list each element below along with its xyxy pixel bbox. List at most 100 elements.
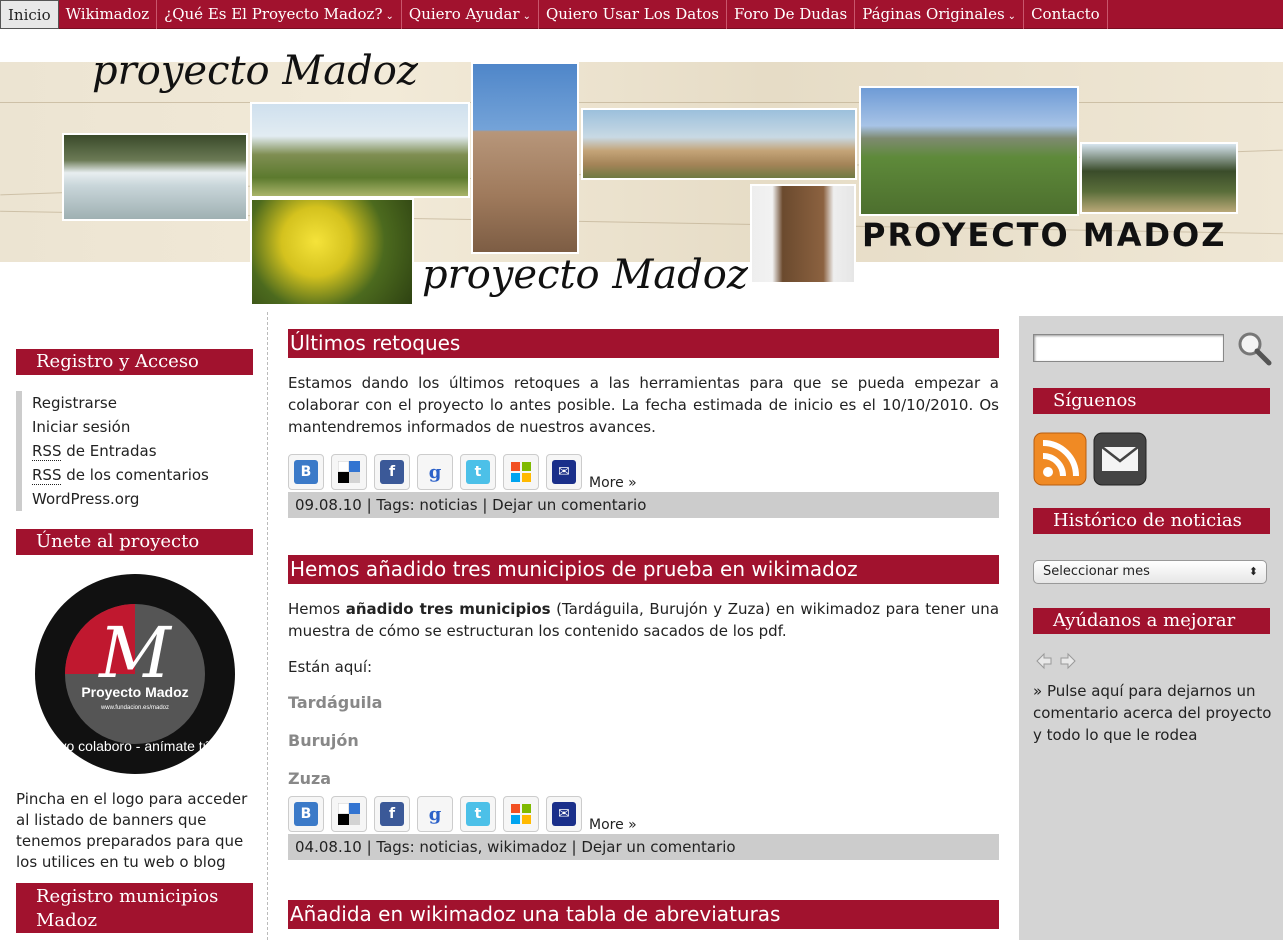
- widget-title-registro-municipios: Registro municipios Madoz: [16, 883, 253, 933]
- follow-icons: [1033, 432, 1283, 486]
- nav-item-quiero-ayudar[interactable]: Quiero Ayudar ⌄: [402, 0, 539, 29]
- search-form: [1033, 330, 1283, 366]
- link-rss-comentarios[interactable]: RSS de los comentarios: [16, 463, 267, 487]
- widget-title-ayudanos: Ayúdanos a mejorar: [1033, 608, 1270, 634]
- nav-label: Wikimadoz: [65, 5, 150, 23]
- post-body: Estamos dando los últimos retoques a las…: [288, 372, 999, 438]
- photo-doorway: [750, 184, 856, 284]
- nav-label: Contacto: [1031, 5, 1100, 23]
- municipio-link-zuza[interactable]: Zuza: [288, 768, 999, 790]
- share-facebook-button[interactable]: f: [374, 454, 410, 490]
- photo-toledo: [581, 108, 857, 180]
- share-delicious-button[interactable]: [331, 454, 367, 490]
- nav-item-quiero-usar-datos[interactable]: Quiero Usar Los Datos: [539, 0, 727, 29]
- logo-script-bottom: proyecto Madoz: [422, 252, 748, 298]
- link-label: de Entradas: [61, 442, 157, 460]
- share-email-button[interactable]: ✉: [546, 454, 582, 490]
- nav-label: Quiero Usar Los Datos: [545, 5, 719, 23]
- share-windows-live-button[interactable]: [503, 796, 539, 832]
- slider-controls: [1035, 652, 1283, 670]
- link-iniciar-sesion[interactable]: Iniciar sesión: [16, 415, 267, 439]
- share-email-button[interactable]: ✉: [546, 796, 582, 832]
- badge-url: www.fundacion.es/madoz: [100, 705, 169, 711]
- link-wordpress[interactable]: WordPress.org: [16, 487, 267, 511]
- blogger-icon: B: [294, 802, 318, 826]
- nav-item-inicio[interactable]: Inicio: [0, 0, 59, 29]
- nav-item-wikimadoz[interactable]: Wikimadoz: [59, 0, 158, 29]
- share-bar: B f g t ✉ More »: [288, 452, 1000, 490]
- arrow-left-icon[interactable]: [1035, 652, 1053, 670]
- widget-title-registro: Registro y Acceso: [16, 349, 253, 375]
- share-google-button[interactable]: g: [417, 796, 453, 832]
- share-blogger-button[interactable]: B: [288, 454, 324, 490]
- post-title[interactable]: Añadida en wikimadoz una tabla de abrevi…: [288, 900, 999, 929]
- share-twitter-button[interactable]: t: [460, 454, 496, 490]
- top-nav: Inicio Wikimadoz ¿Qué Es El Proyecto Mad…: [0, 0, 1283, 29]
- nav-label: Foro De Dudas: [733, 5, 848, 23]
- more-share-link[interactable]: More »: [589, 476, 637, 490]
- widget-title-historico: Histórico de noticias: [1033, 508, 1270, 534]
- post-title[interactable]: Últimos retoques: [288, 329, 999, 358]
- blogger-icon: B: [294, 460, 318, 484]
- nav-item-paginas-originales[interactable]: Páginas Originales ⌄: [855, 0, 1025, 29]
- twitter-icon: t: [466, 802, 490, 826]
- text-bold: añadido tres municipios: [345, 600, 551, 618]
- link-label: WordPress.org: [32, 490, 140, 508]
- share-windows-live-button[interactable]: [503, 454, 539, 490]
- link-registrarse[interactable]: Registrarse: [16, 391, 267, 415]
- delicious-icon: [337, 802, 361, 826]
- municipio-link-burujon[interactable]: Burujón: [288, 730, 999, 752]
- google-icon: g: [428, 803, 442, 825]
- municipio-link-tardaguila[interactable]: Tardáguila: [288, 692, 999, 714]
- search-icon[interactable]: [1236, 330, 1272, 366]
- widget-title-unete: Únete al proyecto: [16, 529, 253, 555]
- header-banner[interactable]: proyecto Madoz PROYECTO MADOZ proyecto M…: [0, 30, 1283, 312]
- month-archive-select[interactable]: Seleccionar mes ⬍: [1033, 560, 1267, 584]
- arrow-right-icon[interactable]: [1059, 652, 1077, 670]
- twitter-icon: t: [466, 460, 490, 484]
- link-rss-entradas[interactable]: RSS de Entradas: [16, 439, 267, 463]
- nav-label: ¿Qué Es El Proyecto Madoz?: [164, 5, 383, 23]
- registro-links: Registrarse Iniciar sesión RSS de Entrad…: [16, 391, 267, 511]
- email-subscribe-icon[interactable]: [1093, 432, 1147, 486]
- post: Hemos añadido tres municipios de prueba …: [288, 555, 1000, 860]
- chevron-down-icon: ⌄: [522, 11, 531, 22]
- link-label: Registrarse: [32, 394, 117, 412]
- photo-meadow: [859, 86, 1079, 216]
- widget-title-siguenos: Síguenos: [1033, 388, 1270, 414]
- share-facebook-button[interactable]: f: [374, 796, 410, 832]
- main-content: Últimos retoques Estamos dando los últim…: [288, 312, 1000, 940]
- badge-logo-icon: M Proyecto Madoz www.fundacion.es/madoz …: [35, 574, 235, 774]
- rss-feed-icon[interactable]: [1033, 432, 1087, 486]
- share-google-button[interactable]: g: [417, 454, 453, 490]
- photo-mimosa: [250, 198, 414, 306]
- logo-script-top: proyecto Madoz: [92, 48, 418, 94]
- select-value: Seleccionar mes: [1043, 564, 1150, 579]
- nav-item-que-es[interactable]: ¿Qué Es El Proyecto Madoz? ⌄: [157, 0, 402, 29]
- search-input[interactable]: [1033, 334, 1224, 362]
- link-label: Iniciar sesión: [32, 418, 131, 436]
- post-title[interactable]: Hemos añadido tres municipios de prueba …: [288, 555, 999, 584]
- select-arrows-icon: ⬍: [1248, 565, 1258, 578]
- photo-oaks: [1080, 142, 1238, 214]
- right-sidebar: Síguenos Histórico de noticias Seleccion…: [1019, 316, 1283, 940]
- share-bar: B f g t ✉ More »: [288, 794, 1000, 832]
- map-line: [0, 102, 1283, 103]
- nav-label: Inicio: [8, 6, 51, 24]
- post: Últimos retoques Estamos dando los últim…: [288, 329, 1000, 518]
- nav-item-foro[interactable]: Foro De Dudas: [727, 0, 856, 29]
- nav-item-contacto[interactable]: Contacto: [1024, 0, 1108, 29]
- logo-block-title: PROYECTO MADOZ: [862, 216, 1227, 254]
- photo-church-tower: [471, 62, 579, 254]
- post-meta[interactable]: 09.08.10 | Tags: noticias | Dejar un com…: [288, 492, 999, 518]
- email-icon: ✉: [552, 460, 576, 484]
- share-blogger-button[interactable]: B: [288, 796, 324, 832]
- share-twitter-button[interactable]: t: [460, 796, 496, 832]
- share-delicious-button[interactable]: [331, 796, 367, 832]
- post-body: Hemos añadido tres municipios (Tardáguil…: [288, 598, 999, 790]
- ayudanos-link[interactable]: » Pulse aquí para dejarnos un comentario…: [1033, 680, 1278, 746]
- proyecto-madoz-badge[interactable]: M Proyecto Madoz www.fundacion.es/madoz …: [34, 573, 236, 775]
- post-paragraph: Estamos dando los últimos retoques a las…: [288, 374, 999, 436]
- post-meta[interactable]: 04.08.10 | Tags: noticias, wikimadoz | D…: [288, 834, 999, 860]
- more-share-link[interactable]: More »: [589, 818, 637, 832]
